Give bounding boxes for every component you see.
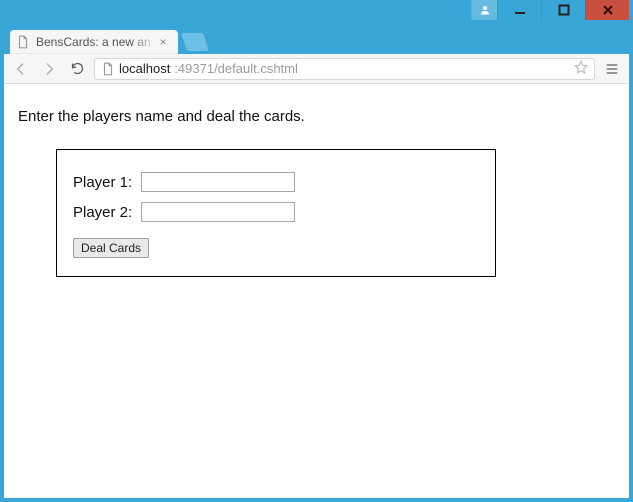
window-minimize-button[interactable] bbox=[497, 0, 541, 20]
new-tab-button[interactable] bbox=[181, 33, 209, 51]
tab-title: BensCards: a new an bbox=[36, 35, 156, 49]
player-form: Player 1: Player 2: Deal Cards bbox=[56, 149, 496, 277]
maximize-icon bbox=[558, 4, 570, 16]
reload-icon bbox=[70, 61, 85, 76]
bookmark-button[interactable] bbox=[574, 60, 588, 77]
tab-strip: BensCards: a new an × bbox=[4, 26, 629, 54]
player1-input[interactable] bbox=[141, 172, 295, 192]
arrow-left-icon bbox=[13, 61, 29, 77]
deal-cards-button[interactable]: Deal Cards bbox=[73, 238, 149, 258]
player2-row: Player 2: bbox=[73, 202, 479, 222]
address-bar[interactable]: localhost :49371/default.cshtml bbox=[94, 58, 595, 80]
menu-icon bbox=[604, 61, 620, 77]
player2-input[interactable] bbox=[141, 202, 295, 222]
window-titlebar bbox=[4, 0, 629, 26]
page-prompt: Enter the players name and deal the card… bbox=[18, 108, 615, 125]
minimize-icon bbox=[514, 4, 526, 16]
star-icon bbox=[574, 60, 588, 74]
reload-button[interactable] bbox=[66, 58, 88, 80]
close-icon bbox=[602, 4, 614, 16]
url-host: localhost bbox=[119, 61, 170, 76]
player1-row: Player 1: bbox=[73, 172, 479, 192]
menu-button[interactable] bbox=[601, 58, 623, 80]
page-icon bbox=[101, 62, 115, 76]
url-path: :49371/default.cshtml bbox=[174, 61, 298, 76]
arrow-right-icon bbox=[41, 61, 57, 77]
player2-label: Player 2: bbox=[73, 204, 141, 221]
toolbar: localhost :49371/default.cshtml bbox=[4, 54, 629, 84]
back-button[interactable] bbox=[10, 58, 32, 80]
player1-label: Player 1: bbox=[73, 174, 141, 191]
window-maximize-button[interactable] bbox=[541, 0, 585, 20]
user-icon bbox=[479, 4, 491, 16]
window-close-button[interactable] bbox=[585, 0, 629, 20]
user-menu-button[interactable] bbox=[471, 0, 497, 20]
forward-button[interactable] bbox=[38, 58, 60, 80]
tab-active[interactable]: BensCards: a new an × bbox=[10, 30, 178, 54]
document-icon bbox=[16, 35, 30, 49]
tab-close-button[interactable]: × bbox=[156, 35, 170, 49]
page-viewport: Enter the players name and deal the card… bbox=[4, 84, 629, 498]
browser-window: BensCards: a new an × localhost :49371/de… bbox=[4, 0, 629, 498]
